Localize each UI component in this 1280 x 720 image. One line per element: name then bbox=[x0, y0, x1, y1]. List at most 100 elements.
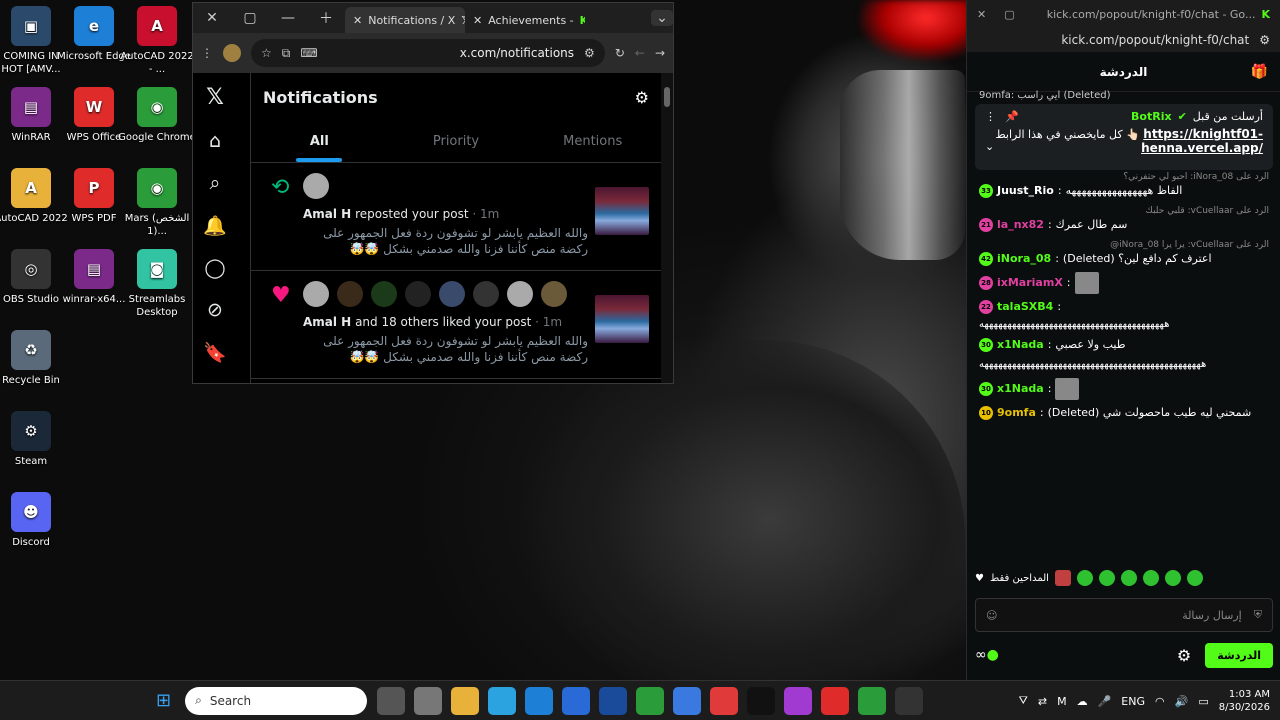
avatar[interactable] bbox=[439, 281, 465, 307]
transfer-icon[interactable]: ⇄ bbox=[1038, 695, 1047, 708]
desktop-icon[interactable]: ◙ Streamlabs Desktop bbox=[118, 249, 196, 319]
actor-name[interactable]: Amal H bbox=[303, 315, 351, 329]
chat-message[interactable]: 30 x1Nada: bbox=[979, 378, 1269, 400]
chat-username[interactable]: Juust_Rio bbox=[997, 184, 1054, 198]
tab-notifications[interactable]: ✕ Notifications / X 𝕏 bbox=[345, 7, 465, 33]
microphone-icon[interactable]: 🎤 bbox=[1098, 695, 1112, 708]
telegram-icon[interactable] bbox=[488, 686, 517, 715]
bookmark-star-icon[interactable]: ☆ bbox=[261, 46, 272, 60]
chrome-active-icon[interactable] bbox=[858, 686, 887, 715]
maximize-window-icon[interactable]: ▢ bbox=[231, 10, 269, 26]
chat-username[interactable]: x1Nada bbox=[997, 382, 1044, 396]
language-indicator[interactable]: ENG bbox=[1121, 695, 1145, 708]
cloud-icon[interactable]: ☁ bbox=[1077, 695, 1088, 708]
avatar[interactable] bbox=[473, 281, 499, 307]
scrollbar-thumb[interactable] bbox=[664, 87, 670, 107]
close-tab-icon[interactable]: ✕ bbox=[353, 14, 362, 27]
post-thumbnail[interactable] bbox=[595, 295, 649, 343]
tab-search-icon[interactable]: ⌄ bbox=[651, 10, 673, 26]
back-icon[interactable]: → bbox=[655, 46, 665, 60]
netflix-icon[interactable] bbox=[747, 686, 776, 715]
avatar[interactable] bbox=[303, 173, 329, 199]
infinity-icon[interactable]: ∞● bbox=[975, 647, 999, 663]
url-text[interactable]: kick.com/popout/knight-f0/chat bbox=[1061, 33, 1249, 47]
profile-avatar[interactable] bbox=[223, 44, 241, 62]
chat-message[interactable]: 22 talaSXB4: ههههههههههههههههههههههههههههه… bbox=[979, 300, 1269, 332]
pinned-link[interactable]: https://knightf01-henna.vercel.app/ bbox=[1141, 127, 1263, 155]
scrollbar[interactable] bbox=[661, 73, 673, 383]
omnibox[interactable]: ☆ ⧉ ⌨ x.com/notifications ⚙ bbox=[251, 39, 605, 67]
emoji-picker-icon[interactable]: ☺ bbox=[986, 609, 997, 622]
notifications-bell-icon[interactable]: 🔔 bbox=[203, 214, 227, 237]
chat-emote-image[interactable] bbox=[1074, 272, 1099, 294]
reply-context[interactable]: قلبي حلبك :vCuellaar الرد على bbox=[979, 204, 1270, 218]
actor-name[interactable]: Amal H bbox=[303, 207, 351, 221]
emote-icon[interactable] bbox=[1186, 570, 1203, 586]
grok-icon[interactable]: ⊘ bbox=[207, 299, 223, 321]
url-text[interactable]: x.com/notifications bbox=[328, 46, 574, 60]
taskbar-search[interactable]: ⌕ Search bbox=[185, 686, 368, 715]
chat-settings-icon[interactable]: ⚙ bbox=[1177, 646, 1191, 665]
desktop-icon[interactable]: ☻ Discord bbox=[0, 492, 70, 549]
desktop-icon[interactable]: A AutoCAD 2022 - ... bbox=[118, 6, 196, 76]
chrome-icon[interactable] bbox=[636, 686, 665, 715]
close-window-icon[interactable]: ✕ bbox=[193, 10, 231, 26]
wps-icon[interactable] bbox=[821, 686, 850, 715]
clock[interactable]: 1:03 AM 8/30/2026 bbox=[1219, 688, 1270, 714]
chat-message[interactable]: قلبي حلبك :vCuellaar الرد على 21 la_nx82: س… bbox=[979, 204, 1269, 232]
color-wheel-icon[interactable] bbox=[784, 686, 813, 715]
edge-icon[interactable] bbox=[525, 686, 554, 715]
emote-icon[interactable] bbox=[1098, 570, 1115, 586]
app-generic-icon[interactable] bbox=[414, 686, 443, 715]
desktop-icon[interactable]: ⚙ Steam bbox=[0, 411, 70, 468]
gift-icon[interactable]: 🎁 bbox=[1251, 64, 1268, 80]
avatar[interactable] bbox=[371, 281, 397, 307]
send-chat-button[interactable]: الدردشة bbox=[1205, 642, 1273, 668]
maximize-window-icon[interactable]: ▢ bbox=[1004, 8, 1014, 21]
messages-icon[interactable]: ◯ bbox=[204, 257, 225, 279]
reload-icon[interactable]: ↻ bbox=[615, 46, 625, 60]
chat-username[interactable]: x1Nada bbox=[997, 338, 1044, 352]
menu-icon[interactable]: ⋮ bbox=[201, 46, 213, 60]
emote-icon[interactable] bbox=[1164, 570, 1181, 586]
pdf-icon[interactable] bbox=[710, 686, 739, 715]
chat-username[interactable]: 9omfa bbox=[997, 406, 1036, 420]
tab-all[interactable]: All bbox=[251, 121, 388, 162]
notification-item[interactable]: ⟲ Amal H reposted your post · 1m والله ا… bbox=[251, 163, 661, 271]
home-icon[interactable]: ⌂ bbox=[209, 130, 221, 152]
gmail-icon[interactable]: M bbox=[1057, 695, 1067, 708]
site-settings-icon[interactable]: ⚙ bbox=[584, 46, 595, 60]
translate-icon[interactable]: ⌨ bbox=[300, 46, 317, 60]
chat-username[interactable]: talaSXB4 bbox=[997, 300, 1053, 314]
volume-icon[interactable]: 🔊 bbox=[1175, 695, 1189, 708]
tab-achievements[interactable]: ✕ Achievements - K bbox=[465, 7, 585, 33]
desktop-icon[interactable]: ◉ Google Chrome bbox=[118, 87, 196, 144]
reply-context[interactable]: @iNora_08 يرا يرا :vCuellaar الرد على bbox=[979, 238, 1269, 252]
chat-emote-image[interactable] bbox=[1055, 378, 1080, 400]
expand-chevron-icon[interactable]: ⌄ bbox=[985, 140, 994, 153]
chat-message[interactable]: @iNora_08 يرا يرا :vCuellaar الرد على 42 i… bbox=[979, 238, 1269, 266]
vpn-icon[interactable]: ⛛ bbox=[1019, 694, 1028, 708]
ms-store-icon[interactable] bbox=[562, 686, 591, 715]
chat-message[interactable]: 10 9omfa: شمحني ليه طيب ماحصولت شي (Delete… bbox=[979, 406, 1269, 420]
emote-icon[interactable] bbox=[1142, 570, 1159, 586]
chat-message[interactable]: هههههههههههههههههههههههههههههههههههههههه… bbox=[979, 358, 1269, 372]
chat-username[interactable]: ixMariamX bbox=[997, 276, 1063, 290]
desktop-icon[interactable]: ◉ Mars (الشخص 1)... bbox=[118, 168, 196, 238]
kick-url-bar[interactable]: kick.com/popout/knight-f0/chat ⚙ bbox=[967, 28, 1280, 52]
file-explorer-icon[interactable] bbox=[451, 686, 480, 715]
site-settings-icon[interactable]: ⚙ bbox=[1259, 33, 1270, 47]
kick-chat-window[interactable]: ✕ ▢ kick.com/popout/knight-f0/chat - Go.… bbox=[966, 0, 1280, 680]
post-thumbnail[interactable] bbox=[595, 187, 649, 235]
wifi-icon[interactable]: ◠ bbox=[1155, 695, 1165, 708]
new-tab-icon[interactable]: ＋ bbox=[307, 8, 345, 28]
chat-message[interactable]: احبو لي حتفرني؟ :iNora_08 الرد على 33 Juus… bbox=[979, 170, 1269, 198]
emote-icon[interactable] bbox=[1054, 570, 1071, 586]
close-tab-icon[interactable]: ✕ bbox=[473, 14, 482, 27]
chat-message[interactable]: 30 x1Nada: طيب ولا عصبي bbox=[979, 338, 1269, 352]
emote-icon[interactable] bbox=[1076, 570, 1093, 586]
unpin-icon[interactable]: 📌 bbox=[1005, 110, 1019, 123]
pin-icon[interactable]: ⋮ bbox=[985, 110, 996, 123]
battery-icon[interactable]: ▭ bbox=[1198, 695, 1208, 708]
chat-username[interactable]: iNora_08 bbox=[997, 252, 1051, 266]
